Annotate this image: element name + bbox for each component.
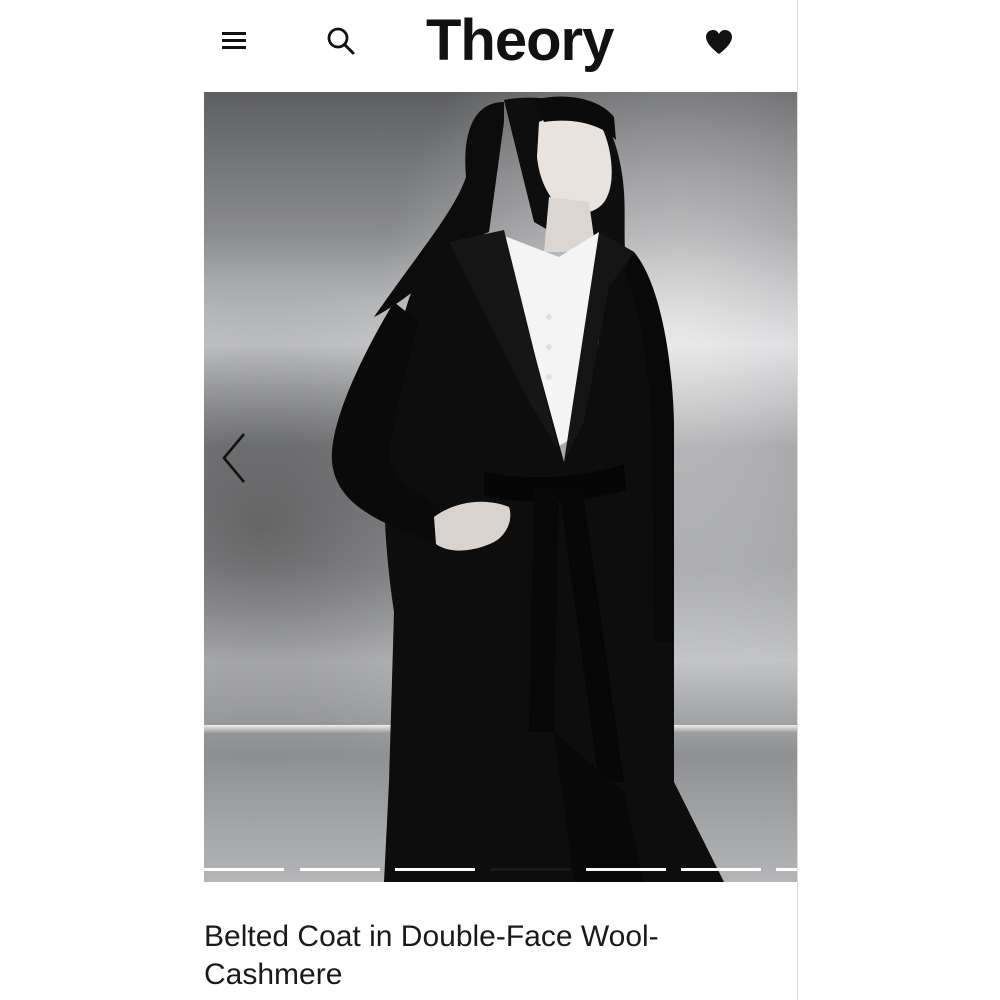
- previous-image-button[interactable]: [218, 428, 252, 488]
- chevron-left-icon: [222, 433, 245, 483]
- heart-icon: [706, 30, 732, 54]
- site-header: Theory: [204, 0, 797, 92]
- carousel-indicator-2[interactable]: [300, 868, 380, 871]
- brand-logo[interactable]: Theory: [426, 6, 614, 76]
- model-wearing-coat-image: [331, 96, 724, 882]
- search-icon: [327, 27, 355, 55]
- search-button[interactable]: [322, 22, 360, 60]
- carousel-indicator-7[interactable]: [776, 868, 797, 871]
- mobile-viewport: Theory Belted Coat in Double-Face Wool- …: [204, 0, 797, 1000]
- carousel-indicator-4-active[interactable]: [490, 868, 570, 871]
- carousel-indicators: [204, 868, 797, 876]
- page: Theory Belted Coat in Double-Face Wool- …: [0, 0, 1000, 1000]
- carousel-indicator-6[interactable]: [681, 868, 761, 871]
- product-title-line-1: Belted Coat in Double-Face Wool-: [204, 920, 659, 953]
- favorites-button[interactable]: [701, 24, 737, 60]
- carousel-indicator-5[interactable]: [586, 868, 666, 871]
- viewport-edge: [797, 0, 798, 1000]
- carousel-indicator-3[interactable]: [395, 868, 475, 871]
- hamburger-menu-icon: [222, 32, 246, 49]
- product-image-carousel[interactable]: [204, 92, 797, 882]
- carousel-indicator-1[interactable]: [204, 868, 284, 871]
- product-title-line-2: Cashmere: [204, 958, 343, 991]
- menu-button[interactable]: [216, 22, 252, 58]
- product-title: Belted Coat in Double-Face Wool- Cashmer…: [204, 918, 764, 994]
